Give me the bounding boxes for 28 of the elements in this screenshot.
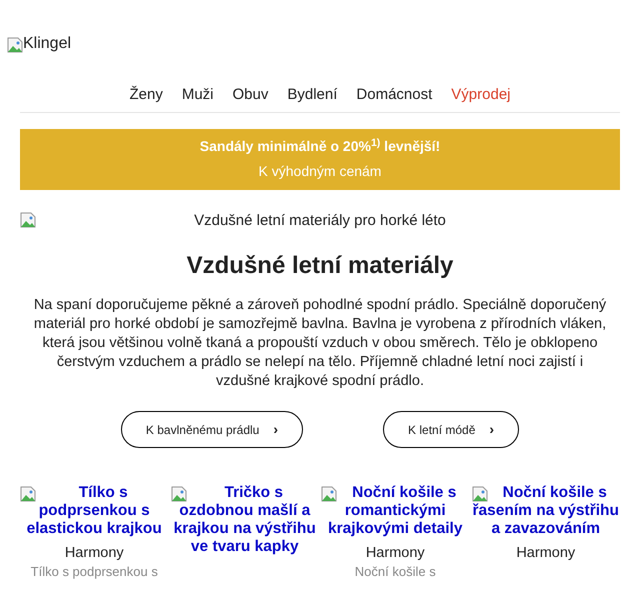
nav-link[interactable]: Výprodej [451,84,510,106]
logo-alt-text[interactable]: Klingel [23,35,72,53]
product-title[interactable]: Noční košile s romantickými krajkovými detaily [321,484,470,538]
product-brand: Harmony [366,544,425,562]
section-heading: Vzdušné letní materiály [186,251,454,281]
broken-image-icon [20,486,36,502]
product-brand: Harmony [516,544,576,562]
hero-image-alt-text: Vzdušné letní materiály pro horké léto [193,210,447,230]
nav-link[interactable]: Bydlení [287,84,338,106]
broken-image-icon [20,212,36,228]
nav-link[interactable]: Ženy [129,84,163,106]
broken-image-icon [7,37,23,53]
product-title[interactable]: Noční košile s řasením na výstřihu a zavazováním [472,484,620,538]
product-description: Noční košile s [354,564,436,579]
product-title[interactable]: Tílko s podprsenkou s elastickou krajkou [20,484,168,538]
product-description: Tílko s podprsenkou s [30,564,158,579]
nav-link[interactable]: Muži [182,84,214,106]
link-button[interactable]: K bavlněnému prádlu › [120,411,304,448]
broken-image-icon [472,486,488,502]
product-title[interactable]: Tričko s ozdobnou mašlí a krajkou na výstřihu ve tvaru kapky [170,484,319,556]
nav-link[interactable]: Domácnost [356,84,432,106]
product-brand: Harmony [64,544,124,562]
nav-link[interactable]: Obuv [232,84,268,106]
section-paragraph: Na spaní doporučujeme pěkné a zároveň pohodlné spodní prádlo. Speciálně doporučený materiál pro horké období je samozřejmě bavlna. Bavlna je vyrobena z přírodních vláken, která jsou většinou volně tkaná a propouští vzduch v obou směrech. Tělo je obklopeno čerstvým vzduchem a prádlo se nelepí na tělo. Příjemně chladné letní noci zajistí i vzdušné krajkové spodní prádlo. [32,296,608,391]
broken-image-icon [170,486,186,502]
broken-image-icon [321,486,337,502]
link-button[interactable]: K letní módě › [383,411,520,448]
promo-headline: Sandály minimálně o 20%$^{1)}$ levnější! [200,136,440,156]
